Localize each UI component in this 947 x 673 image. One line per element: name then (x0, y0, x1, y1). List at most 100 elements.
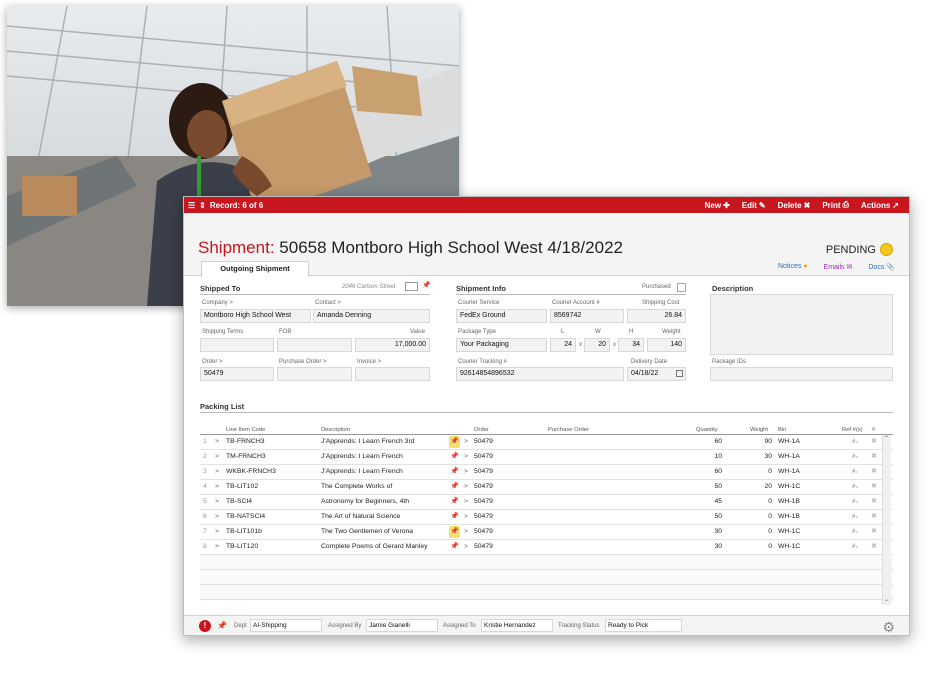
delete-row-icon[interactable]: ✖ (871, 435, 877, 449)
order-link-icon[interactable]: > (464, 540, 468, 554)
package-type-field[interactable]: Your Packaging (456, 338, 547, 352)
value-field[interactable]: 17,000.00 (355, 338, 430, 352)
order-link-icon[interactable]: > (464, 450, 468, 464)
shipping-cost-field[interactable]: 26.84 (627, 309, 686, 323)
order-link-icon[interactable]: > (464, 510, 468, 524)
pin-icon[interactable]: 📌 (449, 511, 460, 523)
col-purchase-order[interactable]: Purchase Order (548, 427, 589, 433)
courier-service-field[interactable]: FedEx Ground (456, 309, 547, 323)
shipping-terms-field[interactable] (200, 338, 274, 352)
ref-icon[interactable]: #₊ (852, 525, 859, 539)
ref-icon[interactable]: #₊ (852, 510, 859, 524)
delete-row-icon[interactable]: ✖ (871, 510, 877, 524)
scrollbar[interactable]: ⌃ ⌄ (882, 435, 891, 605)
table-row[interactable]: 4 > TB-LIT102 The Complete Works of 📌 >50479 5… (200, 480, 893, 495)
row-expand-icon[interactable]: > (215, 540, 219, 554)
line-item-code[interactable]: WKBK-FRNCH3 (226, 465, 316, 479)
row-expand-icon[interactable]: > (215, 450, 219, 464)
table-row[interactable]: 8 > TB-LIT120 Complete Poems of Gerard Manl… (200, 540, 893, 555)
order-link-icon[interactable]: > (464, 525, 468, 539)
description-textarea[interactable] (710, 294, 893, 355)
purchase-order-label[interactable]: Purchase Order > (279, 359, 327, 365)
order-link-icon[interactable]: > (464, 435, 468, 449)
dept-field[interactable]: AI-Shipping (250, 619, 322, 632)
table-row[interactable]: 3 > WKBK-FRNCH3 J'Apprends: I Learn French 📌… (200, 465, 893, 480)
col-ref[interactable]: Ref #(s) (842, 427, 863, 433)
col-line-item-code[interactable]: Line Item Code (226, 427, 265, 433)
courier-tracking-field[interactable]: 92614854896532 (456, 367, 624, 381)
pin-icon[interactable]: 📌 (449, 436, 460, 448)
line-item-code[interactable]: TM-FRNCH3 (226, 450, 316, 464)
line-item-code[interactable]: TB-LIT101b (226, 525, 316, 539)
contact-field[interactable]: Amanda Denning (313, 309, 430, 323)
pin-icon[interactable]: 📌 (449, 496, 460, 508)
width-field[interactable]: 20 (584, 338, 610, 352)
col-order[interactable]: Order (474, 427, 489, 433)
ref-icon[interactable]: #₊ (852, 495, 859, 509)
table-row[interactable]: 1 > TB-FRNCH3 J'Apprends: I Learn French 3r… (200, 435, 893, 450)
line-item-code[interactable]: TB-LIT120 (226, 540, 316, 554)
actions-button[interactable]: Actions ↗ (861, 201, 899, 210)
ref-icon[interactable]: #₊ (852, 435, 859, 449)
order-label[interactable]: Order > (202, 359, 223, 365)
pin-icon[interactable]: 📌 (449, 466, 460, 478)
ref-icon[interactable]: #₊ (852, 465, 859, 479)
col-weight[interactable]: Weight (750, 427, 768, 433)
invoice-field[interactable] (355, 367, 430, 381)
delete-row-icon[interactable]: ✖ (871, 480, 877, 494)
col-quantity[interactable]: Quantity (696, 427, 718, 433)
calendar-icon[interactable] (676, 370, 683, 377)
order-value[interactable]: 50479 (474, 480, 493, 494)
delete-row-icon[interactable]: ✖ (871, 450, 877, 464)
ref-icon[interactable]: #₊ (852, 480, 859, 494)
edit-button[interactable]: Edit ✎ (742, 201, 766, 210)
order-value[interactable]: 50479 (474, 465, 493, 479)
order-value[interactable]: 50479 (474, 540, 493, 554)
pin-icon[interactable]: 📌 (217, 621, 227, 630)
order-link-icon[interactable]: > (464, 495, 468, 509)
order-link-icon[interactable]: > (464, 480, 468, 494)
line-item-code[interactable]: TB-FRNCH3 (226, 435, 316, 449)
delete-row-icon[interactable]: ✖ (871, 525, 877, 539)
contact-label[interactable]: Contact > (315, 300, 341, 306)
ref-icon[interactable]: #₊ (852, 450, 859, 464)
clear-all-icon[interactable]: ✖ (871, 427, 876, 433)
company-field[interactable]: Montboro High School West (200, 309, 311, 323)
height-field[interactable]: 34 (618, 338, 644, 352)
tracking-status-field[interactable]: Ready to Pick (605, 619, 682, 632)
notices-link[interactable]: Notices ● (778, 263, 808, 271)
delete-row-icon[interactable]: ✖ (871, 465, 877, 479)
line-item-code[interactable]: TB-SCI4 (226, 495, 316, 509)
fob-field[interactable] (277, 338, 352, 352)
order-field[interactable]: 50479 (200, 367, 274, 381)
order-value[interactable]: 50479 (474, 435, 493, 449)
row-expand-icon[interactable]: > (215, 495, 219, 509)
purchased-checkbox[interactable] (677, 283, 686, 292)
assigned-to-field[interactable]: Kristie Hernandez (481, 619, 553, 632)
row-expand-icon[interactable]: > (215, 435, 219, 449)
table-row[interactable]: 2 > TM-FRNCH3 J'Apprends: I Learn French 📌 >5… (200, 450, 893, 465)
pin-icon[interactable]: 📌 (449, 541, 460, 553)
order-value[interactable]: 50479 (474, 510, 493, 524)
purchase-order-field[interactable] (277, 367, 352, 381)
table-row[interactable]: 7 > TB-LIT101b The Two Gentlemen of Verona 📌… (200, 525, 893, 540)
delete-button[interactable]: Delete ✖ (778, 201, 811, 210)
record-nav-icon[interactable]: ⇕ (199, 201, 206, 210)
emails-link[interactable]: Emails ✉ (824, 263, 853, 271)
scroll-down-icon[interactable]: ⌄ (884, 596, 889, 603)
table-row[interactable]: 5 > TB-SCI4 Astronomy for Beginners, 4th 📌 >5… (200, 495, 893, 510)
pin-icon[interactable]: 📌 (449, 526, 460, 538)
line-item-code[interactable]: TB-NATSCI4 (226, 510, 316, 524)
weight-field[interactable]: 140 (647, 338, 686, 352)
row-expand-icon[interactable]: > (215, 525, 219, 539)
gear-icon[interactable]: ⚙ (882, 619, 895, 635)
row-expand-icon[interactable]: > (215, 510, 219, 524)
courier-account-field[interactable]: 8569742 (550, 309, 624, 323)
company-label[interactable]: Company > (202, 300, 233, 306)
line-item-code[interactable]: TB-LIT102 (226, 480, 316, 494)
docs-link[interactable]: Docs 📎 (868, 263, 895, 271)
order-value[interactable]: 50479 (474, 495, 493, 509)
info-icon[interactable]: ! (199, 620, 211, 632)
new-button[interactable]: New ✚ (705, 201, 730, 210)
address-picker-icon[interactable] (405, 282, 418, 291)
